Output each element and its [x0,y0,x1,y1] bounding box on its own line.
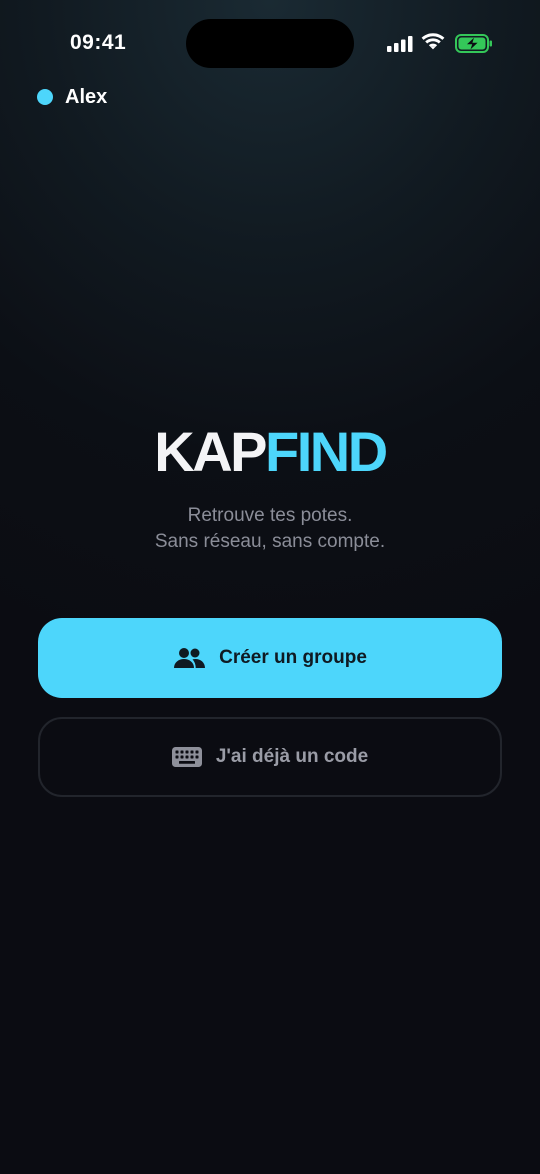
tagline: Retrouve tes potes. Sans réseau, sans co… [0,503,540,555]
create-group-label: Créer un groupe [219,647,367,668]
create-group-button[interactable]: Créer un groupe [38,618,502,698]
logo-part-2: FIND [265,420,388,483]
online-status-dot [37,89,53,105]
user-name: Alex [65,85,108,108]
keyboard-icon [171,747,202,767]
user-tag: Alex [37,84,107,110]
join-with-code-button[interactable]: J'ai déjà un code [38,717,502,797]
group-icon [173,647,206,669]
join-with-code-label: J'ai déjà un code [215,746,369,767]
tagline-line-1: Retrouve tes potes. [187,505,353,526]
cellular-signal-icon [387,36,413,52]
tagline-line-2: Sans réseau, sans compte. [154,531,386,552]
logo-part-1: KAP [154,420,267,483]
battery-charging-icon [455,34,492,53]
wifi-icon [421,33,445,50]
status-bar: 09:41 [0,0,540,90]
status-time: 09:41 [70,31,127,54]
app-logo: KAPFIND [0,420,540,484]
dynamic-island [186,19,354,68]
